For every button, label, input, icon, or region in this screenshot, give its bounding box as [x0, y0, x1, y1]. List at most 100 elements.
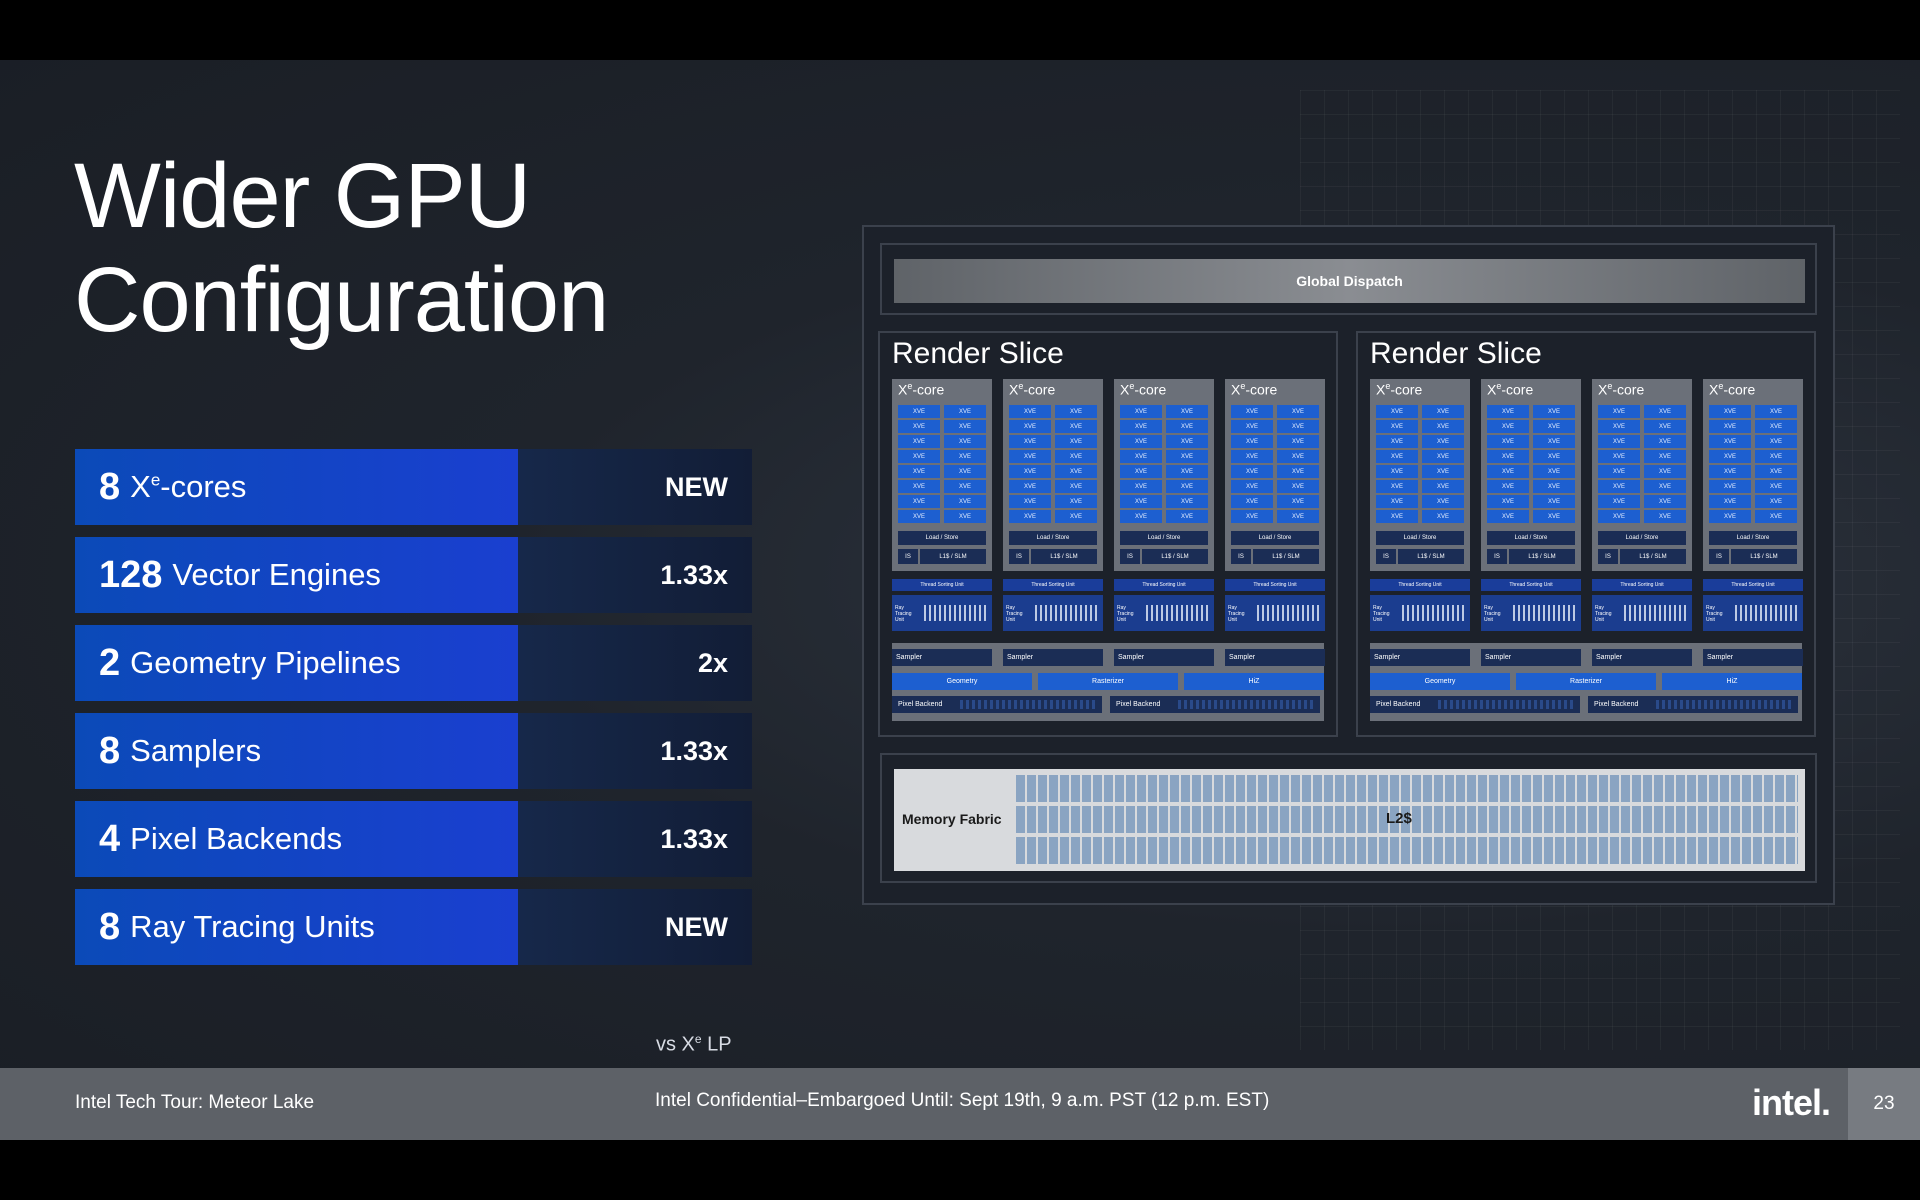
- spec-label-cell: 8 Xe-cores: [75, 449, 518, 525]
- l2-cache-label: L2$: [1386, 810, 1412, 827]
- xve-block: XVE: [1644, 450, 1686, 463]
- spec-row: 8 Samplers 1.33x: [75, 713, 752, 789]
- spec-label-cell: 8 Samplers: [75, 713, 518, 789]
- xve-block: XVE: [1166, 510, 1208, 523]
- pixel-backend-block: Pixel Backend: [1370, 696, 1580, 713]
- xve-block: XVE: [944, 450, 986, 463]
- xe-core-title: Xe-core: [1598, 381, 1644, 398]
- xve-grid: XVE XVE XVE XVE XVE XVE XVE XVE XVE XVE XVE XVE XVE X…: [898, 405, 986, 523]
- xve-block: XVE: [1376, 450, 1418, 463]
- xve-block: XVE: [1055, 510, 1097, 523]
- sampler-block: Sampler: [1592, 649, 1692, 666]
- xve-block: XVE: [1533, 435, 1575, 448]
- instruction-cache-block: IS: [1376, 549, 1396, 564]
- xve-block: XVE: [1055, 495, 1097, 508]
- xve-block: XVE: [1277, 465, 1319, 478]
- xve-block: XVE: [1533, 480, 1575, 493]
- xve-block: XVE: [1376, 420, 1418, 433]
- ray-tracing-unit: Ray Tracing Unit: [1003, 595, 1103, 631]
- ray-tracing-unit: Ray Tracing Unit: [1703, 595, 1803, 631]
- memory-fabric-block: Memory Fabric L2$: [894, 769, 1805, 871]
- spec-label-main: Geometry Pipelines: [130, 645, 401, 680]
- xve-block: XVE: [1166, 480, 1208, 493]
- xve-block: XVE: [1009, 450, 1051, 463]
- xve-block: XVE: [1709, 420, 1751, 433]
- spec-label: Pixel Backends: [130, 821, 342, 857]
- xve-block: XVE: [1166, 450, 1208, 463]
- xve-block: XVE: [1709, 465, 1751, 478]
- xve-block: XVE: [1231, 450, 1273, 463]
- l1-slm-block: L1$ / SLM: [1398, 549, 1464, 564]
- xve-block: XVE: [1422, 405, 1464, 418]
- load-store-block: Load / Store: [1709, 531, 1797, 545]
- sampler-block: Sampler: [1114, 649, 1214, 666]
- xve-block: XVE: [1422, 420, 1464, 433]
- xve-block: XVE: [1376, 510, 1418, 523]
- xve-block: XVE: [1166, 420, 1208, 433]
- xve-block: XVE: [1422, 495, 1464, 508]
- spec-number: 128: [99, 553, 163, 596]
- xve-block: XVE: [1277, 510, 1319, 523]
- xe-core-title-main: X: [1009, 381, 1019, 398]
- xe-core-title-main: X: [1120, 381, 1130, 398]
- xve-block: XVE: [1533, 405, 1575, 418]
- xve-block: XVE: [1422, 480, 1464, 493]
- spec-label-cell: 2 Geometry Pipelines: [75, 625, 518, 701]
- pixel-backend-pattern: [1656, 700, 1792, 709]
- spec-number: 4: [99, 817, 121, 860]
- xve-block: XVE: [1120, 510, 1162, 523]
- xve-block: XVE: [1009, 465, 1051, 478]
- ray-tracing-unit: Ray Tracing Unit: [892, 595, 992, 631]
- xve-block: XVE: [1120, 465, 1162, 478]
- xe-core-title-rest: -core: [1501, 381, 1534, 398]
- slide: Wider GPU Configuration 8 Xe-cores NEW 128 V…: [0, 60, 1920, 1140]
- xe-core-title: Xe-core: [1487, 381, 1533, 398]
- xve-block: XVE: [898, 405, 940, 418]
- load-store-block: Load / Store: [1120, 531, 1208, 545]
- xe-core-title: Xe-core: [898, 381, 944, 398]
- pixel-backend-pattern: [960, 700, 1096, 709]
- xve-block: XVE: [1422, 465, 1464, 478]
- spec-delta-badge: 1.33x: [518, 713, 752, 789]
- xe-core-block: Xe-core XVE XVE XVE XVE XVE XVE XVE XVE XVE XVE XVE…: [1592, 379, 1692, 571]
- load-store-block: Load / Store: [1231, 531, 1319, 545]
- xve-block: XVE: [1644, 420, 1686, 433]
- xve-block: XVE: [1709, 450, 1751, 463]
- ray-tracing-unit-label: Ray Tracing Unit: [1595, 605, 1612, 623]
- xve-block: XVE: [1644, 405, 1686, 418]
- xe-core-title-rest: -core: [1023, 381, 1056, 398]
- xe-core-block: Xe-core XVE XVE XVE XVE XVE XVE XVE XVE XVE XVE XVE…: [892, 379, 992, 571]
- xe-core-title-main: X: [1231, 381, 1241, 398]
- xve-block: XVE: [1055, 480, 1097, 493]
- xe-core-title-main: X: [1487, 381, 1497, 398]
- ray-tracing-unit-label: Ray Tracing Unit: [1006, 605, 1023, 623]
- xve-block: XVE: [1009, 495, 1051, 508]
- load-store-block: Load / Store: [1009, 531, 1097, 545]
- spec-label: Samplers: [130, 733, 261, 769]
- xe-core-title: Xe-core: [1231, 381, 1277, 398]
- xve-block: XVE: [898, 465, 940, 478]
- xve-block: XVE: [1009, 420, 1051, 433]
- xve-block: XVE: [1598, 495, 1640, 508]
- l1-slm-block: L1$ / SLM: [1509, 549, 1575, 564]
- thread-sorting-unit: Thread Sorting Unit: [1114, 579, 1214, 591]
- thread-sorting-unit: Thread Sorting Unit: [1225, 579, 1325, 591]
- ray-tracing-unit: Ray Tracing Unit: [1114, 595, 1214, 631]
- page-number: 23: [1848, 1068, 1920, 1140]
- spec-label: Geometry Pipelines: [130, 645, 401, 681]
- xe-core-title: Xe-core: [1709, 381, 1755, 398]
- xe-core-block: Xe-core XVE XVE XVE XVE XVE XVE XVE XVE XVE XVE XVE…: [1481, 379, 1581, 571]
- instruction-cache-block: IS: [1009, 549, 1029, 564]
- footer-event: Intel Tech Tour: Meteor Lake: [75, 1092, 315, 1113]
- xve-block: XVE: [1644, 495, 1686, 508]
- xve-grid: XVE XVE XVE XVE XVE XVE XVE XVE XVE XVE XVE XVE XVE X…: [1231, 405, 1319, 523]
- spec-label-main: Samplers: [130, 733, 262, 768]
- xve-block: XVE: [1598, 480, 1640, 493]
- xve-grid: XVE XVE XVE XVE XVE XVE XVE XVE XVE XVE XVE XVE XVE X…: [1009, 405, 1097, 523]
- ray-tracing-unit: Ray Tracing Unit: [1481, 595, 1581, 631]
- spec-row: 128 Vector Engines 1.33x: [75, 537, 752, 613]
- xve-block: XVE: [1755, 465, 1797, 478]
- spec-label-cell: 4 Pixel Backends: [75, 801, 518, 877]
- spec-number: 8: [99, 465, 121, 508]
- rasterizer-block: Rasterizer: [1516, 673, 1656, 690]
